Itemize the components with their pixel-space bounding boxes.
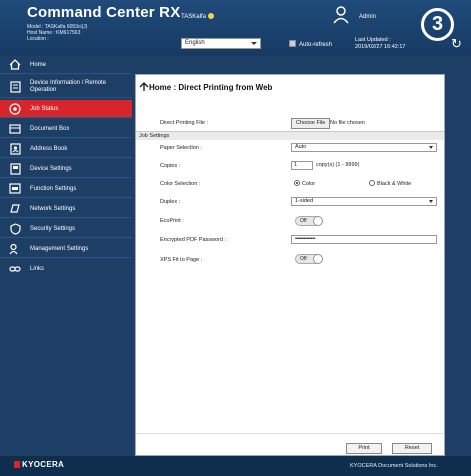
- sidebar-item-label: Security Settings: [30, 225, 76, 232]
- file-status: No file chosen: [330, 120, 365, 126]
- sidebar-item-label: Document Box: [30, 125, 70, 132]
- sidebar: Home Device Information / Remote Operati…: [0, 56, 132, 456]
- device-info-block: Model : TASKalfa 6053ci(J) Host Name : K…: [27, 24, 87, 42]
- device-settings-icon: [8, 162, 22, 175]
- sidebar-item-label: Address Book: [30, 145, 68, 152]
- language-value: English: [185, 40, 205, 46]
- step-number-badge: 3: [421, 8, 454, 41]
- sidebar-item-label: Management Settings: [30, 245, 89, 252]
- toggle-knob: [313, 216, 323, 226]
- job-settings-header: Job Settings: [136, 131, 444, 140]
- status-dot-icon: [207, 13, 214, 19]
- main-panel: Home : Direct Printing from Web Direct P…: [135, 74, 445, 456]
- sidebar-item-label: Device Information / Remote Operation: [30, 79, 107, 93]
- sidebar-item-document-box[interactable]: Document Box: [0, 120, 132, 138]
- chevron-down-icon: [429, 200, 433, 203]
- duplex-value: 1-sided: [295, 198, 314, 204]
- logo-text: KYOCERA: [22, 460, 65, 469]
- user-icon: [333, 6, 349, 24]
- device-info-icon: [8, 80, 22, 93]
- print-button[interactable]: Print: [346, 443, 382, 454]
- sidebar-item-network-settings[interactable]: Network Settings: [0, 200, 132, 218]
- refresh-icon[interactable]: ↻: [451, 36, 462, 52]
- page-title: Home : Direct Printing from Web: [149, 83, 273, 92]
- duplex-select[interactable]: 1-sided: [291, 197, 437, 206]
- choose-file-button[interactable]: Choose File: [291, 118, 331, 129]
- kyocera-logo: KYOCERA: [14, 460, 64, 469]
- sidebar-item-device-information[interactable]: Device Information / Remote Operation: [0, 76, 132, 98]
- shield-icon: [8, 222, 22, 235]
- sidebar-item-links[interactable]: Links: [0, 260, 132, 278]
- network-settings-icon: [8, 203, 22, 215]
- sidebar-item-label: Function Settings: [30, 185, 77, 192]
- last-updated: Last Updated : 2019/02/27 16:42:17: [355, 37, 405, 51]
- device-name: TASKalfa: [181, 13, 214, 20]
- radio-unselected-icon[interactable]: [369, 180, 375, 186]
- links-icon: [8, 263, 22, 275]
- ecoprint-label: EcoPrint :: [160, 218, 184, 224]
- copies-label: Copies :: [160, 163, 181, 169]
- sidebar-item-device-settings[interactable]: Device Settings: [0, 160, 132, 178]
- direct-printing-file-label: Direct Printing File :: [160, 120, 208, 126]
- sidebar-item-address-book[interactable]: Address Book: [0, 140, 132, 158]
- reset-button[interactable]: Reset: [392, 443, 432, 454]
- language-select[interactable]: English: [181, 38, 261, 49]
- auto-refresh-toggle[interactable]: Auto-refresh: [289, 40, 332, 48]
- duplex-label: Duplex :: [160, 199, 181, 205]
- app-title: Command Center RX: [27, 4, 181, 21]
- sidebar-item-home[interactable]: Home: [0, 56, 132, 74]
- sidebar-item-job-status[interactable]: Job Status: [0, 100, 132, 118]
- sidebar-item-function-settings[interactable]: Function Settings: [0, 180, 132, 198]
- sidebar-item-management-settings[interactable]: Management Settings: [0, 240, 132, 258]
- sidebar-item-label: Home: [30, 61, 47, 68]
- admin-area[interactable]: Admin: [333, 6, 403, 26]
- copies-hint: copy(s) (1 - 9999): [316, 162, 360, 168]
- encrypted-pdf-password-field[interactable]: ••••••••••••••: [291, 235, 437, 244]
- sidebar-item-security-settings[interactable]: Security Settings: [0, 220, 132, 238]
- sidebar-item-label: Links: [30, 266, 45, 272]
- xps-fit-value: Off: [300, 256, 307, 262]
- xps-fit-toggle[interactable]: Off: [295, 254, 323, 264]
- job-status-icon: [8, 102, 22, 115]
- color-selection-label: Color Selection :: [160, 181, 201, 187]
- ecoprint-value: Off: [300, 218, 307, 224]
- ecoprint-toggle[interactable]: Off: [295, 216, 323, 226]
- paper-selection-select[interactable]: Auto: [291, 143, 437, 152]
- bw-option-label: Black & White: [377, 181, 412, 187]
- copies-input[interactable]: 1: [291, 161, 313, 170]
- toggle-knob: [313, 254, 323, 264]
- chevron-down-icon: [429, 146, 433, 149]
- last-updated-value: 2019/02/27 16:42:17: [355, 44, 406, 50]
- admin-label[interactable]: Admin: [359, 14, 376, 20]
- auto-refresh-label: Auto-refresh: [299, 42, 333, 48]
- paper-selection-label: Paper Selection :: [160, 145, 202, 151]
- sidebar-item-label: Device Settings: [30, 165, 72, 172]
- sidebar-item-label: Network Settings: [30, 205, 76, 212]
- encrypted-pdf-label: Encrypted PDF Password :: [160, 237, 227, 243]
- function-settings-icon: [8, 183, 22, 195]
- last-updated-label: Last Updated :: [355, 37, 391, 43]
- color-option-label: Color: [302, 181, 316, 187]
- address-book-icon: [8, 142, 22, 155]
- checkbox-icon[interactable]: [289, 40, 296, 47]
- device-name-label: TASKalfa: [181, 14, 206, 20]
- logo-mark-icon: [14, 461, 20, 468]
- header-bar: Command Center RX Model : TASKalfa 6053c…: [0, 0, 471, 56]
- bottom-divider: [136, 433, 444, 434]
- chevron-down-icon: [251, 42, 257, 45]
- xps-fit-label: XPS Fit to Page :: [160, 257, 203, 263]
- document-box-icon: [8, 123, 22, 135]
- sidebar-item-label: Job Status: [30, 105, 59, 112]
- management-settings-icon: [8, 243, 22, 255]
- color-radio[interactable]: Color: [294, 180, 315, 187]
- radio-selected-icon[interactable]: [294, 180, 300, 186]
- back-arrow-icon[interactable]: [139, 82, 149, 92]
- copyright-text: KYOCERA Document Solutions Inc.: [350, 463, 438, 469]
- black-white-radio[interactable]: Black & White: [369, 180, 411, 187]
- paper-selection-value: Auto: [295, 144, 307, 150]
- home-icon: [8, 59, 22, 71]
- location-line: Location :: [27, 36, 49, 42]
